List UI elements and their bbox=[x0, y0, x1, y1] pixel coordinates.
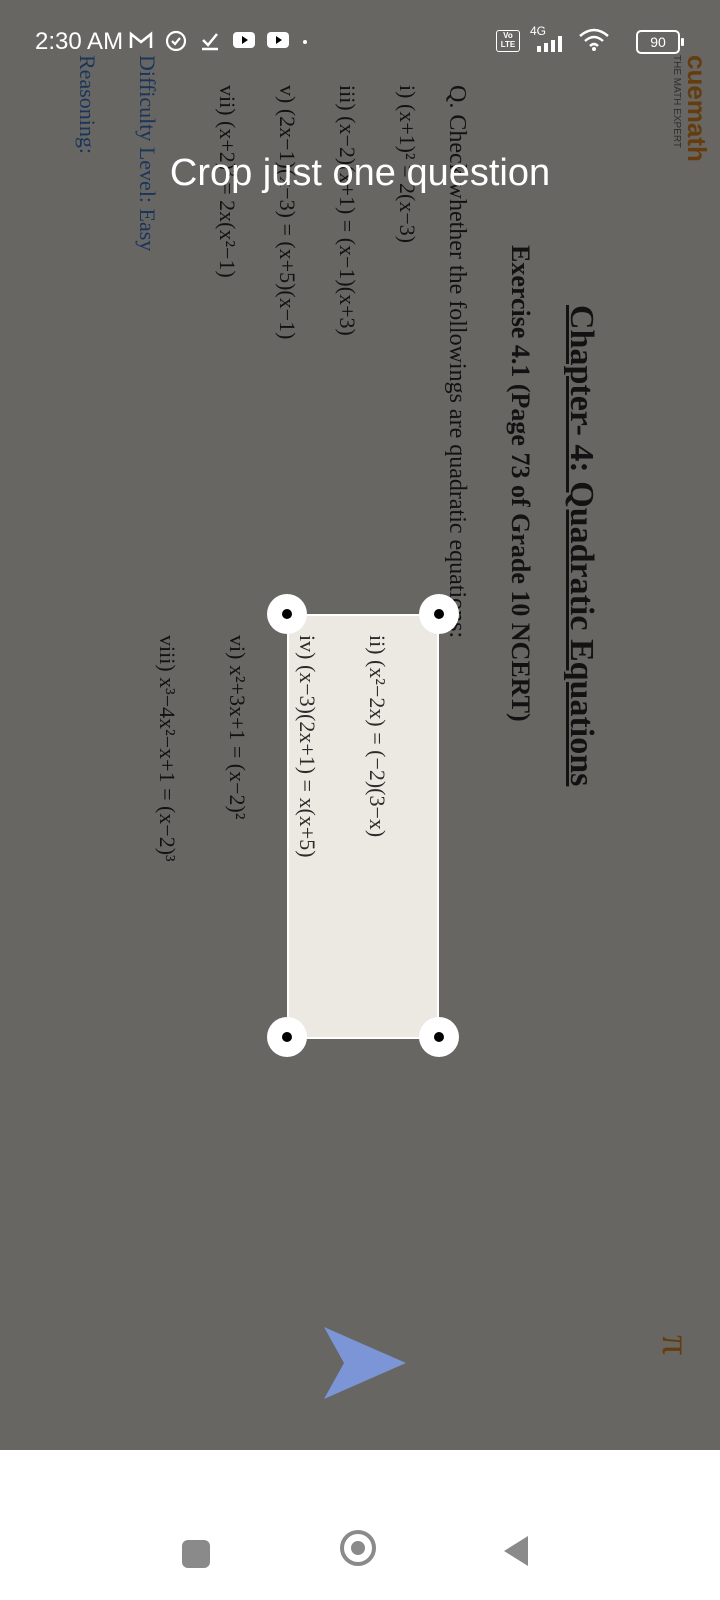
alarm-icon bbox=[165, 30, 187, 52]
handle-dot-icon bbox=[282, 609, 292, 619]
handle-dot-icon bbox=[434, 1032, 444, 1042]
crop-handle-top-right[interactable] bbox=[419, 594, 459, 634]
home-icon[interactable] bbox=[340, 1530, 376, 1566]
equation-iii: iii) (x−2)(x+1) = (x−1)(x+3) bbox=[335, 85, 360, 336]
gmail-icon bbox=[129, 31, 153, 48]
signal-icon bbox=[537, 36, 562, 52]
crop-handle-bottom-left[interactable] bbox=[267, 1017, 307, 1057]
exercise-title: Exercise 4.1 (Page 73 of Grade 10 NCERT) bbox=[506, 245, 535, 722]
handle-dot-icon bbox=[282, 1032, 292, 1042]
volte-icon: Vo LTE bbox=[496, 30, 520, 52]
crop-handle-top-left[interactable] bbox=[267, 594, 307, 634]
status-bar: 2:30 AM Vo LTE 4G 90 bbox=[0, 0, 720, 82]
download-icon bbox=[202, 33, 218, 51]
crop-handle-bottom-right[interactable] bbox=[419, 1017, 459, 1057]
back-icon[interactable] bbox=[504, 1536, 528, 1566]
status-time: 2:30 AM bbox=[35, 28, 124, 55]
crop-frame[interactable] bbox=[287, 614, 439, 1039]
notification-icons bbox=[128, 28, 310, 52]
pi-symbol: π bbox=[654, 1335, 699, 1356]
navigation-bar bbox=[0, 1450, 720, 1600]
equation-viii: viii) x³−4x²−x+1 = (x−2)³ bbox=[155, 635, 180, 862]
recents-icon[interactable] bbox=[182, 1540, 210, 1568]
handle-dot-icon bbox=[434, 609, 444, 619]
equation-vi: vi) x²+3x+1 = (x−2)² bbox=[225, 635, 250, 820]
battery-icon: 90 bbox=[636, 30, 684, 54]
youtube-icon bbox=[233, 32, 255, 48]
send-icon[interactable] bbox=[324, 1327, 414, 1399]
equation-v: v) (2x−1)(x−3) = (x+5)(x−1) bbox=[275, 85, 300, 340]
crop-instruction: Crop just one question bbox=[169, 152, 551, 194]
wifi-icon bbox=[579, 28, 609, 51]
chapter-title: Chapter- 4: Quadratic Equations bbox=[563, 305, 600, 787]
youtube-icon bbox=[267, 32, 289, 48]
more-dot-icon bbox=[303, 40, 307, 44]
